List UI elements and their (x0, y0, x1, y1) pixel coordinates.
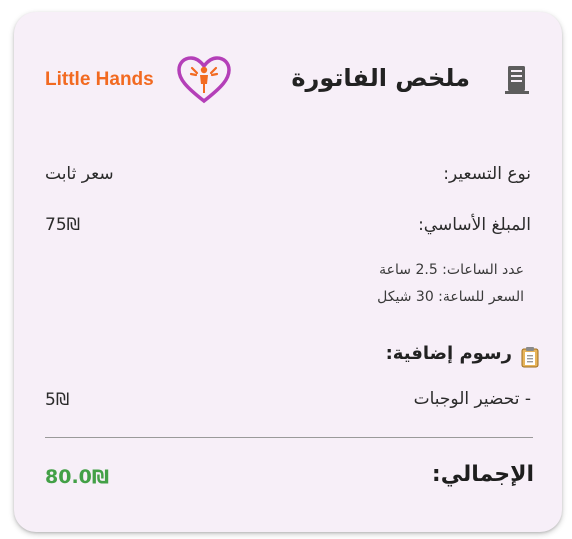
invoice-title: ملخص الفاتورة (291, 64, 470, 92)
hours-detail: عدد الساعات: 2.5 ساعة (379, 262, 524, 278)
base-amount-value: 75₪ (45, 215, 80, 235)
extra-fees-heading: رسوم إضافية: (385, 343, 512, 364)
fee-item-value: 5₪ (45, 390, 70, 410)
hourly-rate-detail: السعر للساعة: 30 شيكل (377, 289, 524, 305)
total-divider (45, 437, 533, 438)
base-amount-label: المبلغ الأساسي: (418, 215, 531, 235)
pricing-type-label: نوع التسعير: (443, 164, 531, 184)
fee-item-label: - تحضير الوجبات (413, 389, 531, 409)
clipboard-icon (521, 347, 539, 368)
total-label: الإجمالي: (431, 462, 534, 487)
brand-name: Little Hands (45, 69, 154, 90)
total-value: 80.0₪ (45, 466, 110, 488)
invoice-summary-card: ملخص الفاتورة Little Hands نوع التسعير: … (14, 12, 562, 532)
receipt-icon (505, 66, 529, 94)
heart-logo-icon (177, 56, 231, 104)
pricing-type-value: سعر ثابت (45, 164, 114, 184)
